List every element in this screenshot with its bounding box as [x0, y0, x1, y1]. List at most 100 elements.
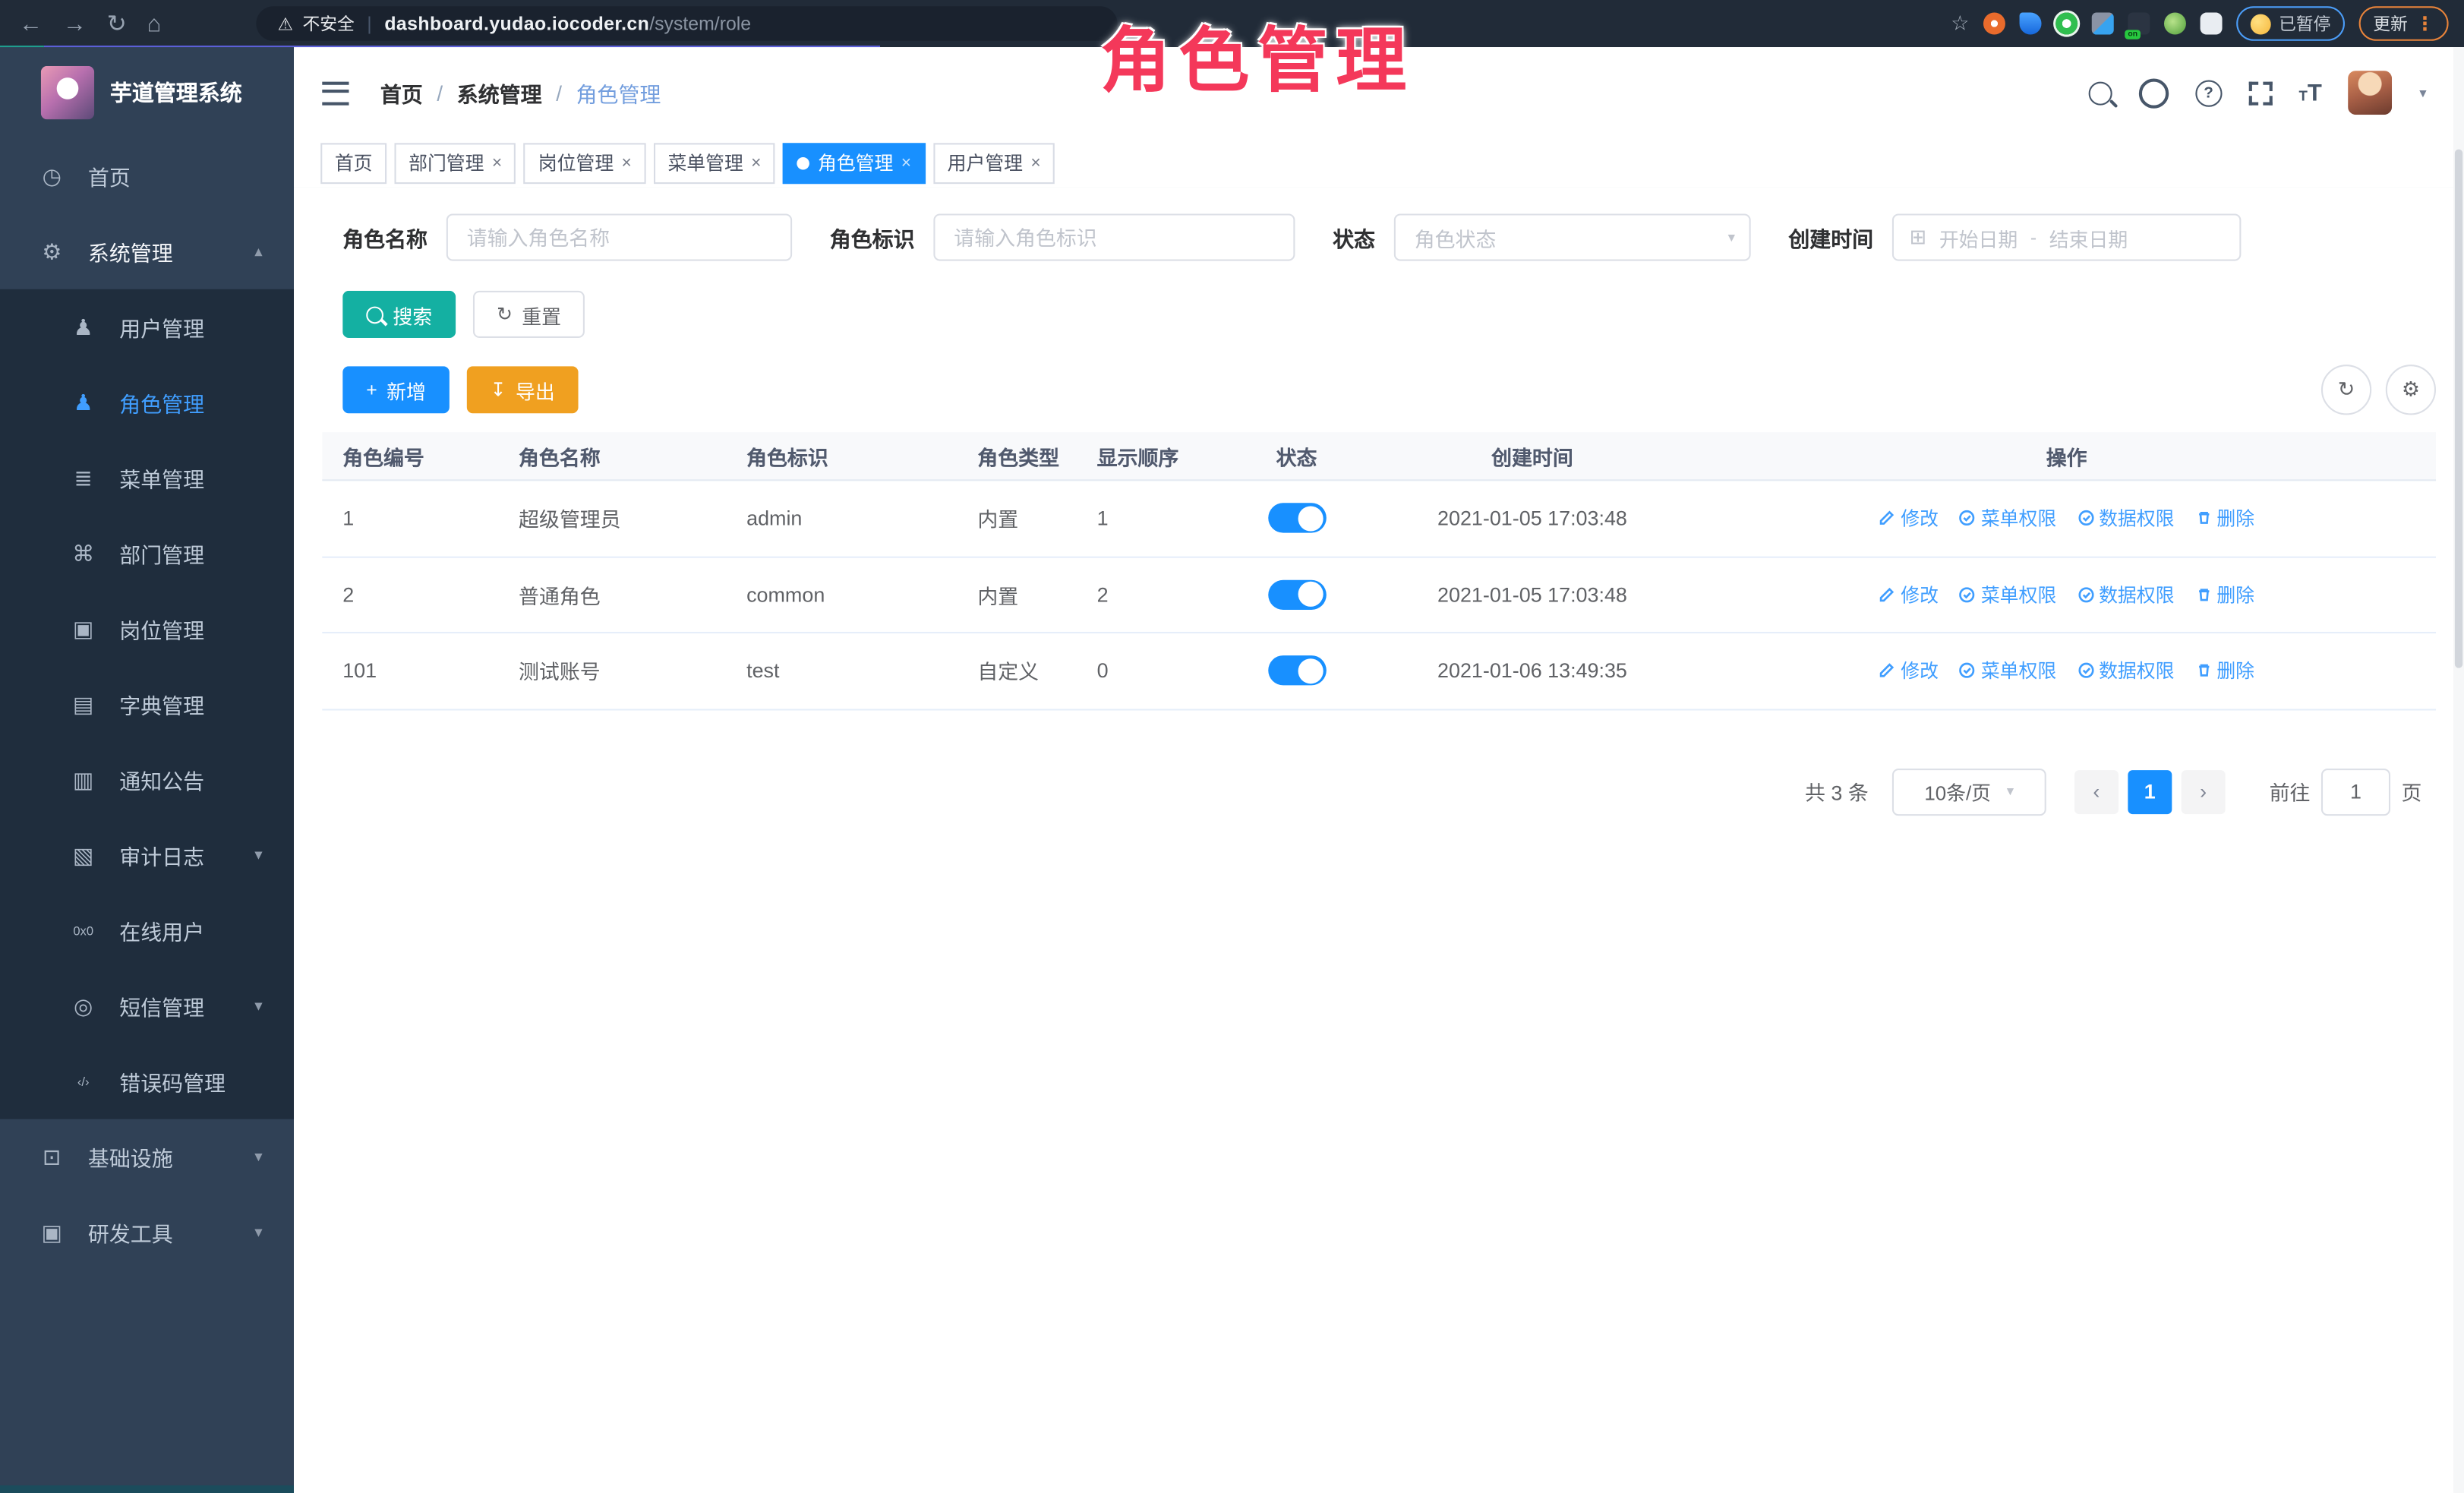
- cell-role-key: test: [726, 659, 957, 683]
- paused-extension-pill[interactable]: 已暂停: [2236, 6, 2345, 41]
- tab-close-icon[interactable]: ×: [751, 153, 761, 172]
- extension-icon[interactable]: [2092, 13, 2114, 35]
- tab-close-icon[interactable]: ×: [1030, 153, 1040, 172]
- search-icon[interactable]: [2088, 81, 2112, 105]
- prev-page-button[interactable]: ‹: [2074, 769, 2119, 813]
- refresh-button[interactable]: ↻: [2321, 365, 2371, 415]
- extension-icon[interactable]: [2055, 13, 2078, 35]
- role-name-input[interactable]: [446, 213, 792, 260]
- breadcrumb-item[interactable]: 首页 /: [380, 77, 443, 108]
- page-tab[interactable]: 岗位管理 ×: [524, 142, 645, 183]
- bookmark-icon[interactable]: ☆: [1951, 11, 1969, 36]
- sidebar-subitem[interactable]: ⌘ 部门管理: [0, 516, 294, 591]
- search-button[interactable]: 搜索: [342, 291, 456, 338]
- edit-label: 修改: [1901, 581, 1939, 608]
- data-permission-link[interactable]: 数据权限: [2077, 581, 2174, 608]
- home-icon[interactable]: ⌂: [147, 10, 162, 36]
- goto-page: 前往 页: [2270, 768, 2422, 815]
- fullscreen-icon[interactable]: [2248, 81, 2272, 105]
- sidebar-subitem[interactable]: ♟ 用户管理: [0, 289, 294, 365]
- sidebar-subitem[interactable]: ▧ 审计日志 ▾: [0, 817, 294, 892]
- tab-close-icon[interactable]: ×: [622, 153, 632, 172]
- cell-role-key: common: [726, 582, 957, 606]
- sidebar-subitem[interactable]: ◎ 短信管理 ▾: [0, 968, 294, 1043]
- sidebar-subitem[interactable]: ▤ 字典管理: [0, 667, 294, 742]
- data-permission-link[interactable]: 数据权限: [2077, 505, 2174, 532]
- extension-icon[interactable]: [2020, 13, 2042, 35]
- delete-link[interactable]: 删除: [2194, 581, 2254, 608]
- breadcrumb-item[interactable]: 角色管理: [576, 77, 661, 108]
- page-tab[interactable]: 首页: [320, 142, 386, 183]
- status-toggle[interactable]: [1267, 656, 1326, 686]
- chevron-icon: ▾: [254, 1148, 262, 1166]
- sidebar-item[interactable]: ◷ 首页: [0, 138, 294, 213]
- column-settings-button[interactable]: ⚙: [2386, 365, 2436, 415]
- sidebar-subitem[interactable]: ‹/› 错误码管理: [0, 1043, 294, 1119]
- tab-close-icon[interactable]: ×: [492, 153, 502, 172]
- delete-label: 删除: [2216, 505, 2254, 532]
- back-icon[interactable]: ←: [19, 10, 43, 36]
- status-select[interactable]: 角色状态 ▾: [1394, 213, 1751, 260]
- extension-icon[interactable]: [1983, 13, 2005, 35]
- menu-permission-link[interactable]: 菜单权限: [1959, 581, 2056, 608]
- delete-link[interactable]: 删除: [2194, 505, 2254, 532]
- edit-link[interactable]: 修改: [1879, 505, 1939, 532]
- forward-icon[interactable]: →: [63, 10, 87, 36]
- breadcrumb-label: 角色管理: [576, 77, 661, 108]
- breadcrumb-item[interactable]: 系统管理 /: [457, 77, 562, 108]
- page-tab[interactable]: 用户管理 ×: [933, 142, 1055, 183]
- add-button[interactable]: + 新增: [342, 366, 450, 413]
- page-tab[interactable]: 角色管理 ×: [783, 142, 925, 183]
- sidebar-bottom-menu: ⊡ 基础设施 ▾ ▣ 研发工具 ▾: [0, 1119, 294, 1270]
- goto-page-input[interactable]: [2321, 768, 2390, 815]
- font-size-icon[interactable]: TT: [2299, 80, 2322, 106]
- page-tab[interactable]: 菜单管理 ×: [654, 142, 775, 183]
- user-avatar[interactable]: [2349, 71, 2393, 115]
- sidebar-subitem[interactable]: ≣ 菜单管理: [0, 440, 294, 516]
- app-logo-header: 芋道管理系统: [0, 47, 294, 138]
- next-page-button[interactable]: ›: [2182, 769, 2226, 813]
- extension-icon[interactable]: [2164, 13, 2186, 35]
- edit-link[interactable]: 修改: [1879, 658, 1939, 684]
- data-permission-link[interactable]: 数据权限: [2077, 658, 2174, 684]
- edit-label: 修改: [1901, 505, 1939, 532]
- status-toggle[interactable]: [1267, 579, 1326, 609]
- browser-menu-icon[interactable]: ⋮: [2415, 13, 2434, 35]
- menu-permission-link[interactable]: 菜单权限: [1959, 505, 2056, 532]
- page-size-select[interactable]: 10条/页 ▾: [1892, 768, 2046, 815]
- menu-permission-link[interactable]: 菜单权限: [1959, 658, 2056, 684]
- chevron-icon: ▴: [254, 243, 262, 260]
- circle-check-icon: [1959, 586, 1977, 603]
- url-bar[interactable]: ⚠ 不安全 | dashboard.yudao.iocoder.cn/syste…: [256, 6, 1117, 41]
- avatar-caret-icon[interactable]: ▾: [2419, 84, 2426, 102]
- sidebar-subitem[interactable]: 0x0 在线用户: [0, 893, 294, 968]
- circle-check-icon: [1959, 662, 1977, 680]
- current-page-button[interactable]: 1: [2128, 769, 2172, 813]
- sidebar-item-label: 首页: [88, 160, 131, 191]
- delete-link[interactable]: 删除: [2194, 658, 2254, 684]
- reload-icon[interactable]: ↻: [107, 9, 127, 37]
- sidebar-item[interactable]: ⚙ 系统管理 ▴: [0, 213, 294, 289]
- sidebar-subitem[interactable]: ▣ 岗位管理: [0, 591, 294, 666]
- col-header-actions: 操作: [1697, 441, 2436, 471]
- role-key-input[interactable]: [933, 213, 1295, 260]
- scrollbar-thumb[interactable]: [2455, 150, 2462, 668]
- sidebar-subitem[interactable]: ▥ 通知公告: [0, 742, 294, 817]
- status-toggle[interactable]: [1267, 503, 1326, 533]
- edit-link[interactable]: 修改: [1879, 581, 1939, 608]
- extension-icon[interactable]: on: [2128, 13, 2150, 35]
- update-button[interactable]: 更新 ⋮: [2359, 6, 2449, 41]
- extensions-puzzle-icon[interactable]: [2201, 13, 2223, 35]
- github-icon[interactable]: [2138, 77, 2168, 107]
- tab-close-icon[interactable]: ×: [901, 153, 911, 172]
- sidebar-subitem[interactable]: ♟ 角色管理: [0, 365, 294, 440]
- reset-button[interactable]: ↻ 重置: [473, 291, 585, 338]
- hamburger-icon[interactable]: [322, 81, 349, 105]
- sidebar-item[interactable]: ⊡ 基础设施 ▾: [0, 1119, 294, 1195]
- page-tab[interactable]: 部门管理 ×: [395, 142, 516, 183]
- cell-actions: 修改 菜单权限 数据权限: [1697, 658, 2436, 684]
- export-button[interactable]: ↧ 导出: [467, 366, 579, 413]
- help-icon[interactable]: ?: [2195, 80, 2222, 106]
- date-range-picker[interactable]: ⊞ 开始日期 - 结束日期: [1892, 213, 2241, 260]
- sidebar-item[interactable]: ▣ 研发工具 ▾: [0, 1195, 294, 1270]
